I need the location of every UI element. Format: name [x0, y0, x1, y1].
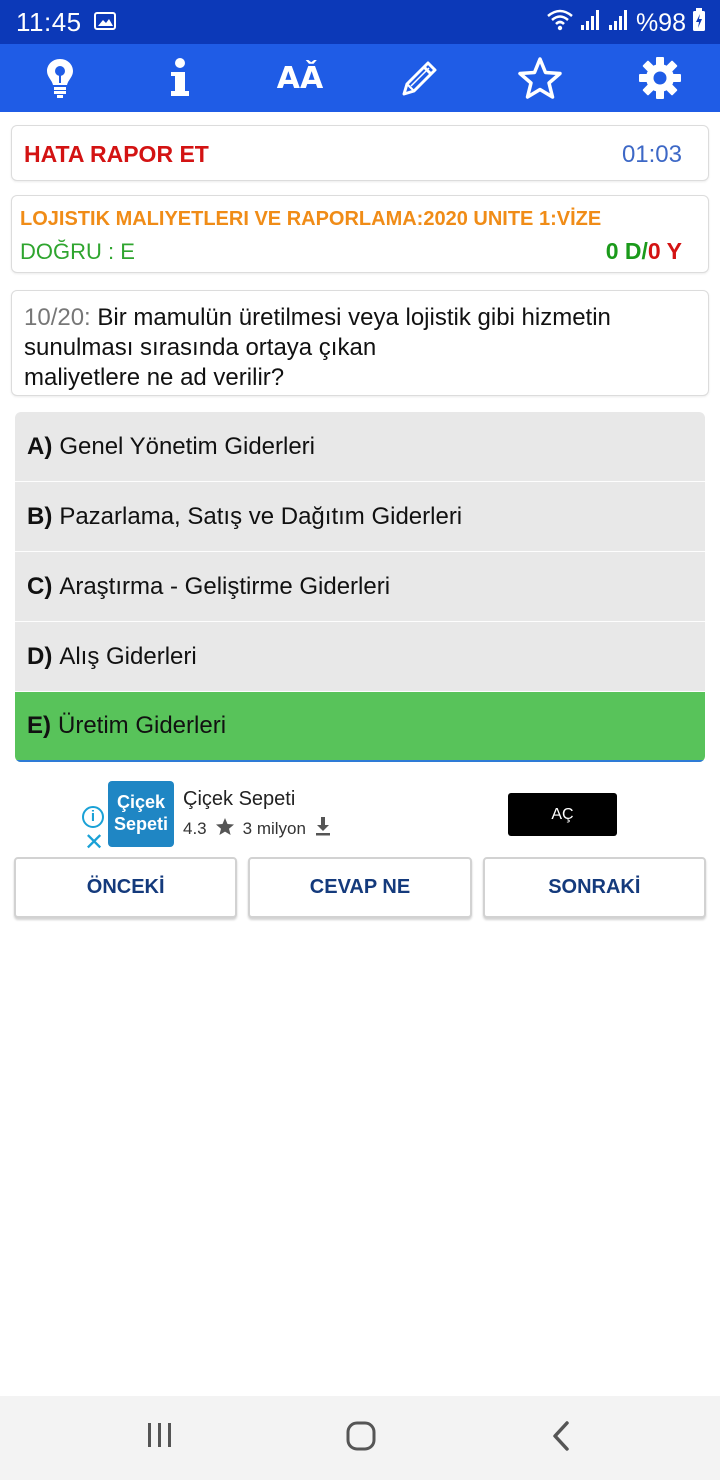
answer-options: A) Genel Yönetim Giderleri B) Pazarlama, S… [15, 412, 705, 762]
ad-rating: 4.3 [183, 818, 207, 838]
ad-close-icon[interactable]: ✕ [84, 831, 104, 855]
signal-icon [608, 8, 630, 39]
option-d[interactable]: D) Alış Giderleri [15, 622, 705, 692]
option-letter: D) [27, 642, 53, 670]
system-navigation-bar [0, 1396, 720, 1480]
ad-downloads: 3 milyon [242, 818, 306, 838]
report-error-link[interactable]: HATA RAPOR ET [24, 141, 209, 168]
option-e[interactable]: E) Üretim Giderleri [15, 692, 705, 762]
pencil-icon[interactable] [390, 48, 450, 108]
ad-open-button[interactable]: AÇ [508, 793, 617, 836]
timer: 01:03 [621, 141, 682, 168]
option-text: Araştırma - Geliştirme Giderleri [59, 572, 391, 600]
course-title: LOJISTIK MALIYETLERI VE RAPORLAMA:2020 U… [20, 208, 602, 230]
option-text: Genel Yönetim Giderleri [59, 432, 316, 460]
info-icon[interactable] [150, 48, 210, 108]
recent-apps-icon[interactable] [146, 1420, 174, 1455]
option-letter: E) [27, 712, 51, 739]
score: 0 D/0 Y [606, 238, 682, 265]
ad-info-icon[interactable]: i [82, 806, 104, 828]
home-icon[interactable] [345, 1420, 377, 1457]
ad-app-logo[interactable]: Çiçek Sepeti [108, 781, 174, 847]
question-number: 10/20: [24, 304, 91, 331]
download-icon [314, 816, 332, 841]
previous-button[interactable]: ÖNCEKİ [14, 857, 238, 918]
option-b[interactable]: B) Pazarlama, Satış ve Dağıtım Giderleri [15, 482, 705, 552]
option-text: Alış Giderleri [59, 642, 197, 670]
back-icon[interactable] [550, 1420, 572, 1457]
option-letter: C) [27, 572, 53, 600]
option-letter: B) [27, 502, 53, 530]
lightbulb-icon[interactable] [30, 48, 90, 108]
option-text: Pazarlama, Satış ve Dağıtım Giderleri [59, 502, 463, 530]
ad-meta: 4.3 3 milyon [183, 816, 332, 841]
option-c[interactable]: C) Araştırma - Geliştirme Giderleri [15, 552, 705, 622]
quiz-info-card: LOJISTIK MALIYETLERI VE RAPORLAMA:2020 U… [11, 195, 709, 273]
status-bar: 11:45 %98 [0, 0, 720, 44]
report-card: HATA RAPOR ET 01:03 [11, 125, 709, 181]
score-wrong: 0 Y [647, 238, 682, 264]
question-line: 10/20: Bir mamulün üretilmesi veya lojis… [24, 303, 696, 333]
star-icon [215, 817, 235, 841]
ad-logo-line1: Çiçek [116, 792, 166, 812]
question-text-2: sunulması sırasında ortaya çıkan [24, 334, 377, 361]
signal-icon [580, 8, 602, 39]
score-correct: 0 D [605, 238, 642, 264]
image-icon [94, 12, 116, 35]
font-size-icon[interactable]: AǍ [270, 48, 330, 108]
ad-app-name[interactable]: Çiçek Sepeti [183, 788, 295, 811]
app-toolbar: AǍ [0, 44, 720, 112]
correct-answer-label: DOĞRU : E [20, 239, 135, 264]
question-navigation: ÖNCEKİ CEVAP NE SONRAKİ [14, 857, 706, 918]
option-text: Üretim Giderleri [58, 712, 227, 739]
next-button[interactable]: SONRAKİ [482, 857, 706, 918]
question-card: 10/20: Bir mamulün üretilmesi veya lojis… [11, 290, 709, 396]
gear-icon[interactable] [630, 48, 690, 108]
option-a[interactable]: A) Genel Yönetim Giderleri [15, 412, 705, 482]
wifi-icon [546, 8, 574, 39]
show-answer-button[interactable]: CEVAP NE [248, 857, 472, 918]
question-text-3: maliyetlere ne ad verilir? [24, 364, 285, 391]
star-icon[interactable] [510, 48, 570, 108]
battery-percent: %98 [635, 9, 686, 37]
option-letter: A) [27, 432, 53, 460]
charging-battery-icon [692, 8, 706, 39]
ad-banner: i ✕ Çiçek Sepeti Çiçek Sepeti 4.3 3 mily… [80, 778, 640, 855]
status-right: %98 [546, 8, 706, 39]
ad-logo-line2: Sepeti [113, 814, 169, 834]
question-text-1: Bir mamulün üretilmesi veya lojistik gib… [90, 304, 611, 331]
status-time: 11:45 [16, 7, 82, 37]
